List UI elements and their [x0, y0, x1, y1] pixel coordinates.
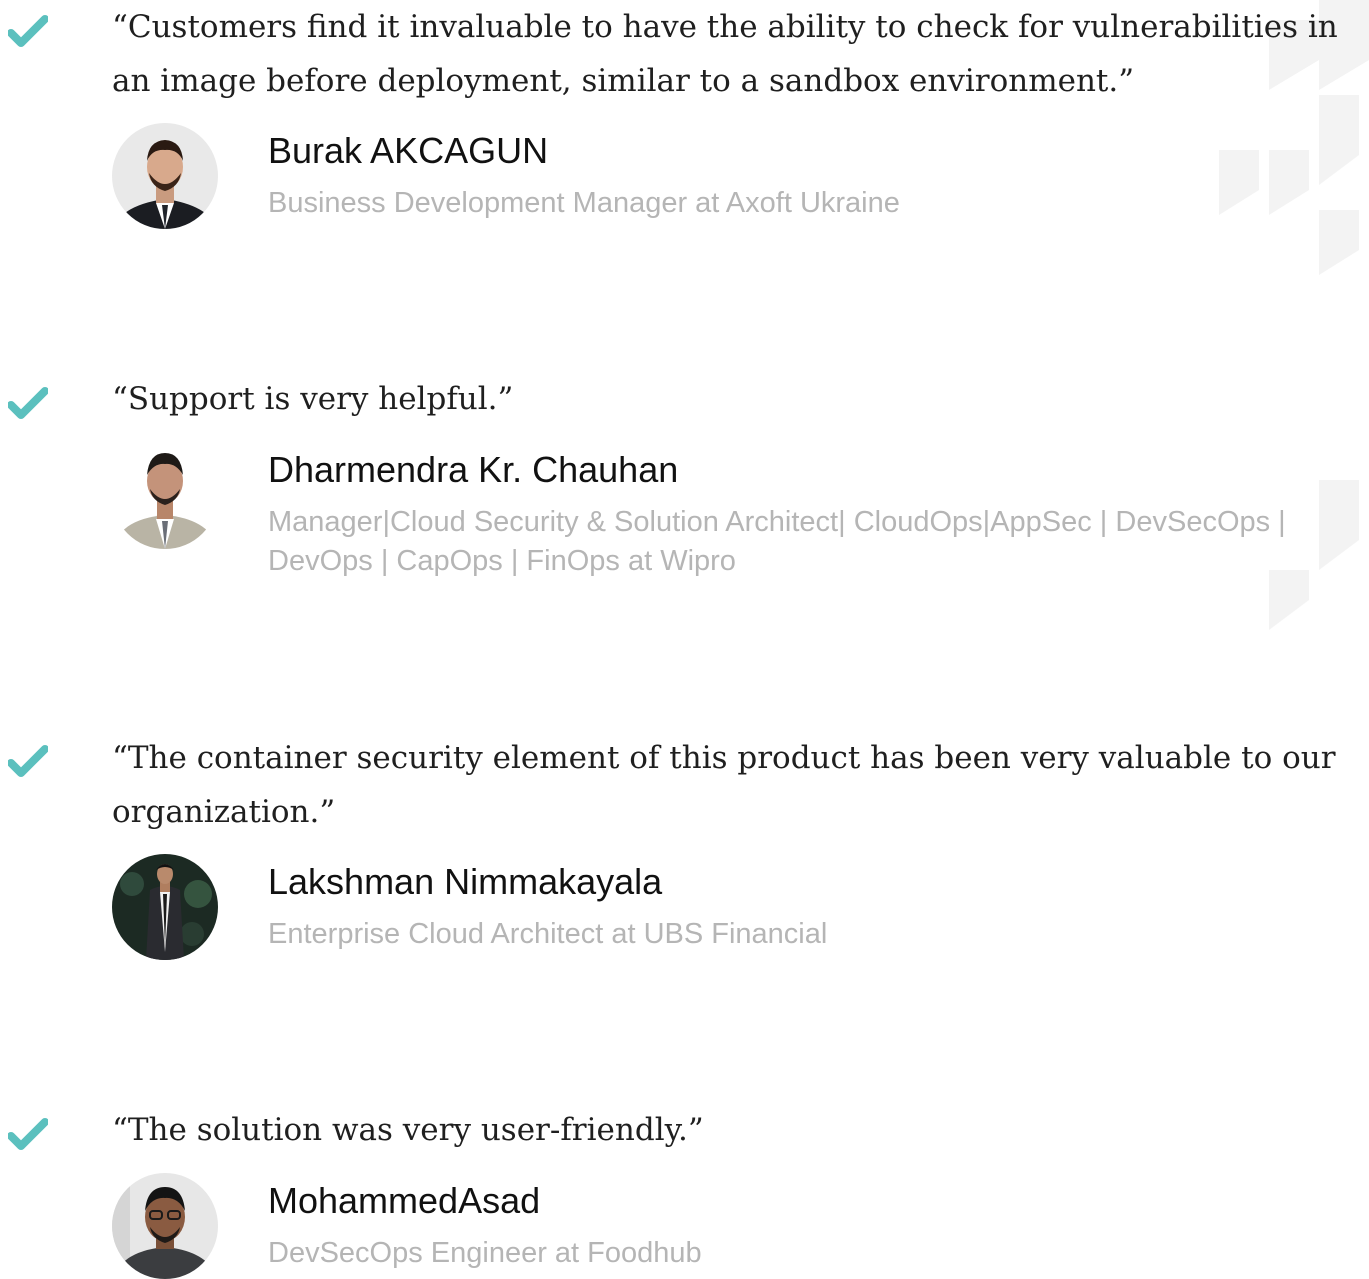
author-name: Lakshman Nimmakayala [268, 861, 663, 902]
avatar [112, 854, 218, 960]
checkmark-icon [8, 745, 48, 777]
avatar [112, 443, 218, 549]
author-name: MohammedAsad [268, 1180, 541, 1221]
avatar [112, 1173, 218, 1279]
testimonial-quote: “The solution was very user-friendly.” [112, 1112, 704, 1148]
avatar [112, 123, 218, 229]
checkmark-icon [8, 1118, 48, 1150]
author-name: Burak AKCAGUN [268, 130, 549, 171]
author-name: Dharmendra Kr. Chauhan [268, 449, 679, 490]
testimonial-quote: “Customers find it invaluable to have th… [112, 9, 1338, 99]
checkmark-icon [8, 387, 48, 419]
checkmark-icon [8, 15, 48, 47]
testimonial-quote: “Support is very helpful.” [112, 381, 514, 417]
author-role: Manager|Cloud Security & Solution Archit… [268, 506, 1286, 577]
author-role: DevSecOps Engineer at Foodhub [268, 1237, 702, 1269]
author-role: Business Development Manager at Axoft Uk… [268, 187, 900, 219]
author-role: Enterprise Cloud Architect at UBS Financ… [268, 918, 828, 950]
testimonial-quote: “The container security element of this … [112, 740, 1336, 830]
